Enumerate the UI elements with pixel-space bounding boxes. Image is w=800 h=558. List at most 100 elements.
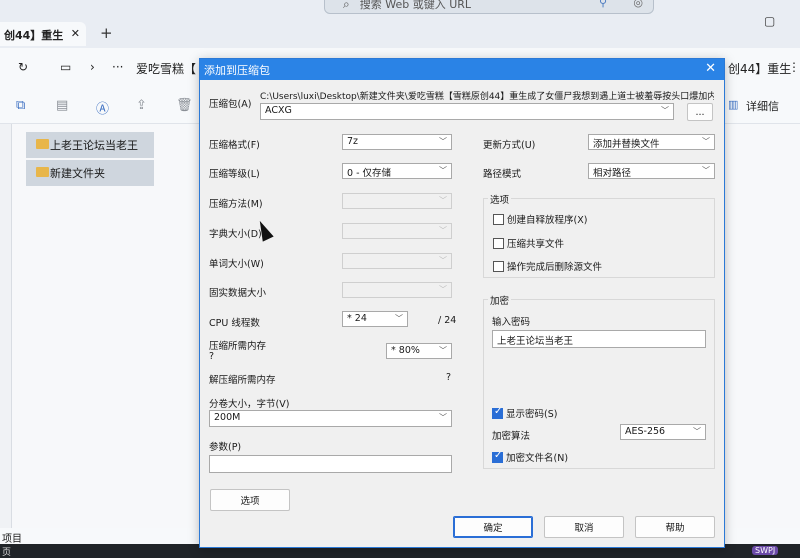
copy-icon[interactable]: ⧉ <box>16 98 25 113</box>
password-input[interactable]: 上老王论坛当老王 <box>492 330 706 348</box>
dict-label: 字典大小(D) <box>209 229 262 240</box>
browser-search-placeholder: 搜索 Web 或键入 URL <box>359 0 472 11</box>
cpu-select[interactable]: * 24 ﹀ <box>342 311 408 327</box>
checkbox-box[interactable] <box>493 237 504 249</box>
folder-icon <box>36 139 49 149</box>
new-tab-icon[interactable]: + <box>100 24 113 42</box>
checkbox-box[interactable] <box>493 213 504 225</box>
params-input[interactable] <box>209 455 452 473</box>
chevron-down-icon: ﹀ <box>439 166 447 175</box>
format-select[interactable]: 7z ﹀ <box>342 134 452 150</box>
share-icon[interactable]: ⇪ <box>136 98 147 113</box>
cpu-label: CPU 线程数 <box>209 318 260 329</box>
breadcrumb-text-right[interactable]: 创44】重生 <box>728 60 791 77</box>
delete-icon[interactable]: 🗑 <box>176 98 193 113</box>
chevron-down-icon: ﹀ <box>439 413 447 422</box>
update-select[interactable]: 添加并替换文件 ﹀ <box>588 134 715 150</box>
shared-checkbox[interactable]: 压缩共享文件 <box>493 236 564 250</box>
delete-after-checkbox[interactable]: 操作完成后删除源文件 <box>493 259 602 273</box>
options-group-title: 选项 <box>488 192 512 206</box>
taskbar-text: 页 <box>2 548 12 558</box>
format-label: 压缩格式(F) <box>209 140 260 151</box>
sfx-label: 创建自释放程序(X) <box>507 215 588 226</box>
dialog-titlebar[interactable]: 添加到压缩包 ✕ <box>200 59 724 80</box>
chevron-down-icon[interactable]: ﹀ <box>661 105 669 116</box>
shared-label: 压缩共享文件 <box>507 239 565 250</box>
chevron-down-icon: ﹀ <box>439 137 447 146</box>
cpu-total: / 24 <box>438 315 457 326</box>
path-value: 相对路径 <box>593 168 632 179</box>
chevron-down-icon: ﹀ <box>439 346 447 355</box>
level-select[interactable]: 0 - 仅存储 ﹀ <box>342 163 452 179</box>
mem-question: ? <box>209 351 215 362</box>
path-select[interactable]: 相对路径 ﹀ <box>588 163 715 179</box>
decomp-label: 解压缩所需内存 <box>209 375 276 386</box>
ok-button[interactable]: 确定 <box>453 516 533 538</box>
checkbox-box[interactable] <box>492 450 503 463</box>
details-icon[interactable]: ▥ <box>728 98 738 111</box>
show-password-checkbox[interactable]: 显示密码(S) <box>492 406 557 420</box>
enc-method-select[interactable]: AES-256 ﹀ <box>620 424 706 440</box>
chevron-down-icon: ﹀ <box>702 166 710 175</box>
enc-method-label: 加密算法 <box>492 431 531 442</box>
chevron-down-icon: ﹀ <box>395 314 403 323</box>
delete-after-label: 操作完成后删除源文件 <box>507 262 603 273</box>
breadcrumb-text[interactable]: 爱吃雪糕【 <box>136 60 196 77</box>
browse-button[interactable]: ... <box>687 103 713 121</box>
navigation-pane[interactable] <box>0 124 12 528</box>
visual-search-icon[interactable]: ⚲ <box>599 0 607 9</box>
help-button[interactable]: 帮助 <box>635 516 715 538</box>
browser-search-bar[interactable]: ⌕ 搜索 Web 或键入 URL ⚲ ◎ <box>324 0 654 14</box>
level-label: 压缩等级(L) <box>209 169 260 180</box>
checkbox-box[interactable] <box>492 406 503 419</box>
encrypt-names-label: 加密文件名(N) <box>506 453 569 464</box>
more-icon[interactable]: ··· <box>112 60 123 74</box>
lens-icon[interactable]: ◎ <box>633 0 643 9</box>
details-label[interactable]: 详细信 <box>746 98 779 114</box>
password-value: 上老王论坛当老王 <box>497 336 574 347</box>
encrypt-names-checkbox[interactable]: 加密文件名(N) <box>492 450 568 464</box>
word-label: 单词大小(W) <box>209 259 264 270</box>
options-group: 选项 创建自释放程序(X) 压缩共享文件 操作完成后删除源文件 <box>483 192 715 278</box>
add-to-archive-dialog: 添加到压缩包 ✕ 压缩包(A) C:\Users\luxi\Desktop\新建… <box>199 58 725 548</box>
close-tab-icon[interactable]: ✕ <box>71 27 80 40</box>
chevron-down-icon: ﹀ <box>439 285 447 294</box>
folder-item[interactable]: 上老王论坛当老王 <box>26 132 154 158</box>
archive-name-combo[interactable]: ACXG ﹀ <box>260 103 674 120</box>
split-combo[interactable]: 200M ﹀ <box>209 410 452 427</box>
update-label: 更新方式(U) <box>483 140 536 151</box>
options-button[interactable]: 选项 <box>210 489 290 511</box>
cancel-button[interactable]: 取消 <box>544 516 624 538</box>
refresh-icon[interactable]: ↻ <box>18 60 28 74</box>
enc-method-value: AES-256 <box>625 426 666 437</box>
tab-title: 创44】重生 <box>4 29 64 42</box>
paste-icon[interactable]: ▤ <box>56 98 68 113</box>
browser-tab[interactable]: 创44】重生 ✕ <box>0 22 86 46</box>
password-label: 输入密码 <box>492 317 531 328</box>
mem-select[interactable]: * 80% ﹀ <box>386 343 452 359</box>
chevron-right-icon[interactable]: › <box>90 60 95 74</box>
monitor-icon[interactable]: ▭ <box>60 60 71 74</box>
folder-item[interactable]: 新建文件夹 <box>26 160 154 186</box>
close-icon[interactable]: ✕ <box>705 61 716 76</box>
update-value: 添加并替换文件 <box>593 139 660 150</box>
format-value: 7z <box>347 136 359 147</box>
archive-name-value: ACXG <box>265 105 292 116</box>
mem-label: 压缩所需内存 <box>209 341 267 352</box>
split-value: 200M <box>214 412 241 423</box>
folder-name: 新建文件夹 <box>50 167 105 180</box>
search-icon: ⌕ <box>343 0 350 11</box>
path-label: 路径模式 <box>483 169 522 180</box>
solid-label: 固实数据大小 <box>209 288 267 299</box>
word-select: ﹀ <box>342 253 452 269</box>
dict-select: ﹀ <box>342 223 452 239</box>
chevron-down-icon: ﹀ <box>439 226 447 235</box>
encryption-group: 加密 输入密码 上老王论坛当老王 显示密码(S) 加密算法 AES-256 ﹀ … <box>483 293 715 469</box>
more-options-icon[interactable]: ⋮ <box>788 60 800 74</box>
checkbox-box[interactable] <box>493 260 504 272</box>
rename-icon[interactable]: Ⓐ <box>96 98 109 117</box>
taskbar-badge[interactable]: SWPJ <box>752 546 779 555</box>
chevron-down-icon: ﹀ <box>693 427 701 436</box>
cpu-value: * 24 <box>347 313 367 324</box>
sfx-checkbox[interactable]: 创建自释放程序(X) <box>493 212 587 226</box>
